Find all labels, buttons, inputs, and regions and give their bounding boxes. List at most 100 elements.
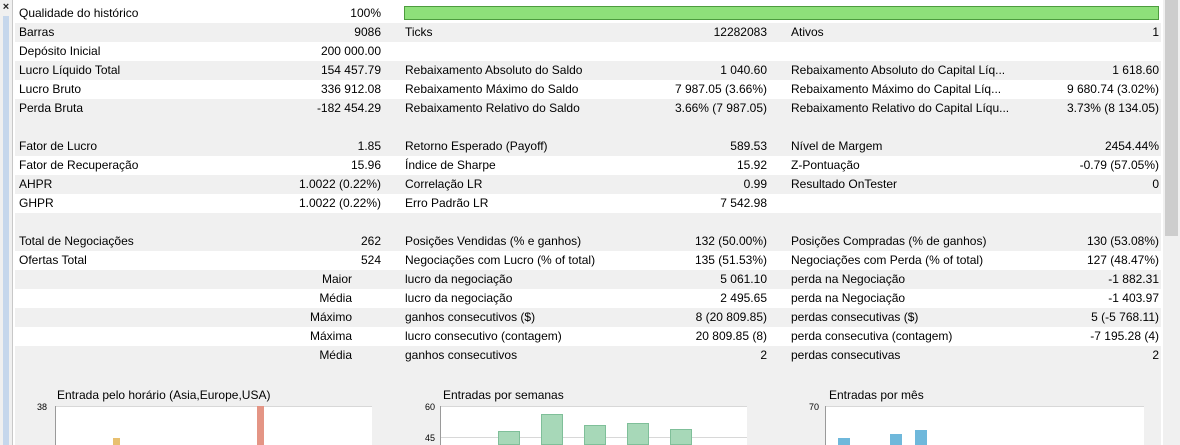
chart-bar <box>890 434 902 445</box>
metric-label: Correlação LR <box>405 177 483 191</box>
stats-row: GHPR 1.0022 (0.22%) Erro Padrão LR 7 542.98 <box>15 194 1161 213</box>
y-tick-label: 60 <box>424 402 435 412</box>
metric-value: 154 457.79 <box>320 63 381 77</box>
y-tick-label: 38 <box>36 402 47 412</box>
stats-row: Total de Negociações 262 Posições Vendidas… <box>15 232 1161 251</box>
metric-value: 15.96 <box>350 158 381 172</box>
metric-value: 12282083 <box>713 25 767 39</box>
metric-label: Fator de Recuperação <box>19 158 139 172</box>
stats-row: Máxima lucro consecutivo (contagem) 20 809… <box>15 327 1161 346</box>
left-panel-strip: × <box>0 0 13 445</box>
stats-row: Perda Bruta -182 454.29 Rebaixamento Relat… <box>15 99 1161 118</box>
metric-value: 1.0022 (0.22%) <box>298 177 381 191</box>
stats-row: AHPR 1.0022 (0.22%) Correlação LR 0.99 Resul… <box>15 175 1161 194</box>
quality-progress-bar <box>404 6 1159 20</box>
metric-label: perda na Negociação <box>791 272 906 286</box>
stats-row: Maior lucro da negociação 5 061.10 perda na… <box>15 270 1161 289</box>
metric-label: Perda Bruta <box>19 101 84 115</box>
chart-bar <box>670 429 692 445</box>
metric-label: Rebaixamento Absoluto do Capital Líq... <box>791 63 1006 77</box>
chart-entries-by-hour: Entrada pelo horário (Asia,Europe,USA) 3… <box>15 384 400 445</box>
metric-value: 0 <box>1152 177 1159 191</box>
metric-label: Lucro Bruto <box>19 82 82 96</box>
chart-bar <box>498 431 520 445</box>
metric-label: Negociações com Lucro (% of total) <box>405 253 596 267</box>
scrollbar-thumb[interactable] <box>1165 0 1178 236</box>
stats-row: Lucro Bruto 336 912.08 Rebaixamento Máximo… <box>15 80 1161 99</box>
chart-bar <box>584 425 606 445</box>
row-separator <box>15 213 1161 232</box>
metric-label: Total de Negociações <box>19 234 134 248</box>
stats-row: Lucro Líquido Total 154 457.79 Rebaixament… <box>15 61 1161 80</box>
metric-value: 2 495.65 <box>720 291 767 305</box>
metric-value: 7 987.05 (3.66%) <box>674 82 767 96</box>
metric-value: 135 (51.53%) <box>694 253 767 267</box>
metric-label: Ativos <box>791 25 824 39</box>
chart-title: Entrada pelo horário (Asia,Europe,USA) <box>57 388 271 402</box>
chart-title: Entradas por semanas <box>443 388 564 402</box>
metric-value: 1.0022 (0.22%) <box>298 196 381 210</box>
chart-bar <box>915 430 927 445</box>
metric-label: Rebaixamento Máximo do Capital Líq... <box>791 82 1002 96</box>
chart-bar <box>541 414 563 445</box>
metric-label: Rebaixamento Absoluto do Saldo <box>405 63 583 77</box>
stats-row: Máximo ganhos consecutivos ($) 8 (20 809.8… <box>15 308 1161 327</box>
metric-label: Índice de Sharpe <box>405 158 496 172</box>
metric-value: 1 618.60 <box>1112 63 1159 77</box>
metric-value: 524 <box>360 253 381 267</box>
chart-entries-by-month: Entradas por mês 70 <box>785 384 1161 445</box>
metric-value: 130 (53.08%) <box>1086 234 1159 248</box>
metric-label: perda na Negociação <box>791 291 906 305</box>
metric-value: 132 (50.00%) <box>694 234 767 248</box>
metric-value: 2 <box>1152 348 1159 362</box>
chart-bar <box>838 438 850 445</box>
metric-label: Rebaixamento Relativo do Capital Líqu... <box>791 101 1010 115</box>
metric-label: ganhos consecutivos ($) <box>405 310 536 324</box>
metric-value: 3.73% (8 134.05) <box>1066 101 1159 115</box>
chart-plot-area <box>55 406 372 445</box>
metric-value: 1.85 <box>357 139 381 153</box>
metric-label: perdas consecutivas ($) <box>791 310 919 324</box>
stats-row: Fator de Recuperação 15.96 Índice de Sharp… <box>15 156 1161 175</box>
metric-qualifier: Média <box>319 348 352 362</box>
close-icon[interactable]: × <box>1 1 11 13</box>
y-tick-label: 70 <box>808 402 819 412</box>
metric-label: Posições Compradas (% de ganhos) <box>791 234 987 248</box>
metric-label: AHPR <box>19 177 53 191</box>
metric-label: Ticks <box>405 25 433 39</box>
row-separator <box>15 118 1161 137</box>
metric-qualifier: Maior <box>321 272 352 286</box>
metric-value: -1 403.97 <box>1108 291 1159 305</box>
metric-value: 9086 <box>354 25 381 39</box>
metric-value: 2454.44% <box>1104 139 1159 153</box>
metric-value: 200 000.00 <box>320 44 381 58</box>
backtest-report: Qualidade do histórico 100% Barras 9086 Ti… <box>15 4 1161 384</box>
metric-label: perdas consecutivas <box>791 348 901 362</box>
metric-value: 5 061.10 <box>720 272 767 286</box>
chart-bar <box>257 406 264 445</box>
metric-qualifier: Máximo <box>309 310 352 324</box>
chart-bar <box>113 438 120 445</box>
charts-area: Entrada pelo horário (Asia,Europe,USA) 3… <box>15 384 1161 445</box>
metric-value: 5 (-5 768.11) <box>1091 310 1159 324</box>
row-separator <box>15 365 1161 384</box>
metric-label: ganhos consecutivos <box>405 348 518 362</box>
metric-label: Barras <box>19 25 55 39</box>
metric-value: 0.99 <box>743 177 767 191</box>
metric-value: 1 040.60 <box>720 63 767 77</box>
metric-label: Rebaixamento Relativo do Saldo <box>405 101 580 115</box>
chart-entries-by-week: Entradas por semanas 60 45 <box>400 384 785 445</box>
chart-title: Entradas por mês <box>829 388 924 402</box>
panel-accent-bar <box>3 16 9 445</box>
metric-label: Fator de Lucro <box>19 139 98 153</box>
metric-label: Ofertas Total <box>19 253 87 267</box>
stats-row: Depósito Inicial 200 000.00 <box>15 42 1161 61</box>
metric-value: 8 (20 809.85) <box>695 310 767 324</box>
metric-qualifier: Máxima <box>309 329 352 343</box>
stats-row: Média lucro da negociação 2 495.65 perda na… <box>15 289 1161 308</box>
metric-label: Resultado OnTester <box>791 177 898 191</box>
metric-label: Negociações com Perda (% of total) <box>791 253 984 267</box>
metric-label: lucro consecutivo (contagem) <box>405 329 562 343</box>
metric-value: 2 <box>760 348 767 362</box>
vertical-scrollbar[interactable] <box>1163 0 1180 445</box>
